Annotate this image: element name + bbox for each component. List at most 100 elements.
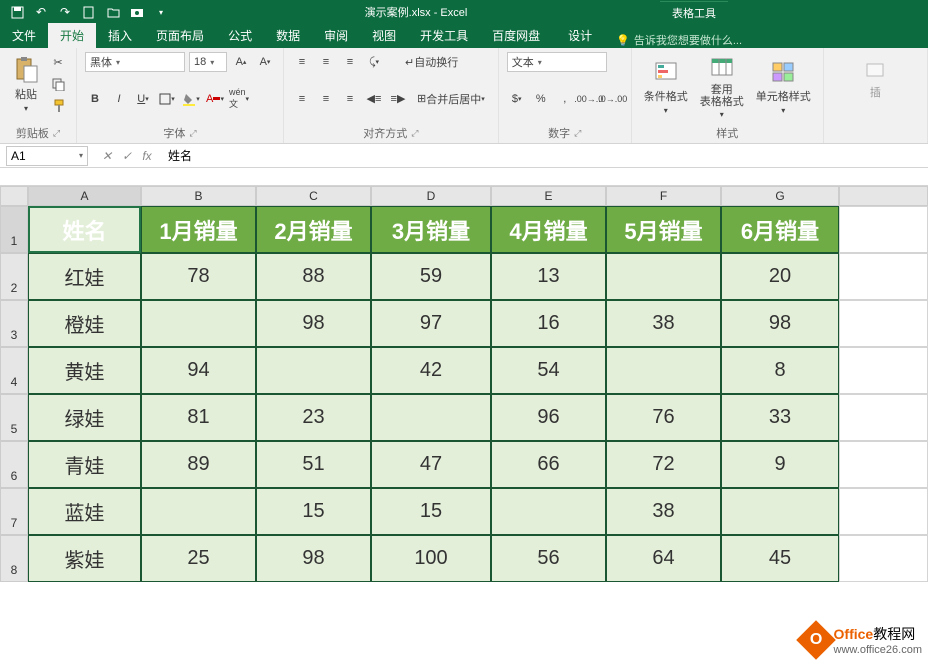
tab-file[interactable]: 文件: [0, 23, 48, 48]
row-header-6[interactable]: 6: [0, 441, 28, 488]
font-color-button[interactable]: A▾: [205, 89, 225, 109]
number-format-combo[interactable]: 文本▾: [507, 52, 607, 72]
data-cell[interactable]: 绿娃: [28, 394, 141, 441]
increase-indent-button[interactable]: ≡▶: [388, 89, 408, 109]
data-cell[interactable]: 51: [256, 441, 371, 488]
font-dialog-launcher[interactable]: ⤢: [189, 128, 196, 139]
row-header-1[interactable]: 1: [0, 206, 28, 253]
redo-icon[interactable]: ↷: [54, 2, 76, 22]
data-cell[interactable]: 红娃: [28, 253, 141, 300]
header-cell[interactable]: 2月销量: [256, 206, 371, 253]
data-cell[interactable]: 81: [141, 394, 256, 441]
wrap-text-button[interactable]: ↵自动换行: [400, 52, 463, 72]
data-cell[interactable]: 橙娃: [28, 300, 141, 347]
empty-cell[interactable]: [839, 488, 928, 535]
align-top-button[interactable]: ≡: [292, 52, 312, 72]
row-header-7[interactable]: 7: [0, 488, 28, 535]
col-header-empty[interactable]: [839, 186, 928, 206]
header-cell[interactable]: 6月销量: [721, 206, 839, 253]
data-cell[interactable]: 蓝娃: [28, 488, 141, 535]
tab-review[interactable]: 审阅: [312, 23, 360, 48]
underline-button[interactable]: U▾: [133, 89, 153, 109]
header-cell[interactable]: 4月销量: [491, 206, 606, 253]
col-header-A[interactable]: A: [28, 186, 141, 206]
data-cell[interactable]: 98: [256, 535, 371, 582]
data-cell[interactable]: 15: [371, 488, 491, 535]
data-cell[interactable]: 8: [721, 347, 839, 394]
tab-home[interactable]: 开始: [48, 23, 96, 48]
tab-design[interactable]: 设计: [556, 23, 604, 48]
border-button[interactable]: ▾: [157, 89, 177, 109]
undo-icon[interactable]: ↶: [30, 2, 52, 22]
empty-cell[interactable]: [839, 347, 928, 394]
tab-formula[interactable]: 公式: [216, 23, 264, 48]
tab-layout[interactable]: 页面布局: [144, 23, 216, 48]
select-all-corner[interactable]: [0, 186, 28, 206]
empty-cell[interactable]: [839, 394, 928, 441]
data-cell[interactable]: 25: [141, 535, 256, 582]
data-cell[interactable]: 33: [721, 394, 839, 441]
header-cell[interactable]: 1月销量: [141, 206, 256, 253]
data-cell[interactable]: 45: [721, 535, 839, 582]
comma-format-button[interactable]: ,: [555, 89, 575, 109]
tell-me[interactable]: 💡告诉我您想要做什么...: [616, 32, 742, 48]
header-cell[interactable]: 姓名: [28, 206, 141, 253]
data-cell[interactable]: 38: [606, 300, 721, 347]
align-bottom-button[interactable]: ≡: [340, 52, 360, 72]
orientation-button[interactable]: ⤹▾: [364, 52, 384, 72]
col-header-D[interactable]: D: [371, 186, 491, 206]
tab-insert[interactable]: 插入: [96, 23, 144, 48]
data-cell[interactable]: 100: [371, 535, 491, 582]
italic-button[interactable]: I: [109, 89, 129, 109]
data-cell[interactable]: 青娃: [28, 441, 141, 488]
data-cell[interactable]: [491, 488, 606, 535]
data-cell[interactable]: 47: [371, 441, 491, 488]
decrease-indent-button[interactable]: ◀≡: [364, 89, 384, 109]
conditional-format-button[interactable]: 条件格式▾: [640, 56, 692, 117]
data-cell[interactable]: 76: [606, 394, 721, 441]
empty-cell[interactable]: [839, 535, 928, 582]
data-cell[interactable]: 64: [606, 535, 721, 582]
data-cell[interactable]: [141, 300, 256, 347]
align-middle-button[interactable]: ≡: [316, 52, 336, 72]
phonetic-button[interactable]: wén文▾: [229, 89, 249, 109]
data-cell[interactable]: 42: [371, 347, 491, 394]
copy-button[interactable]: [48, 74, 68, 94]
header-cell[interactable]: 3月销量: [371, 206, 491, 253]
row-header-5[interactable]: 5: [0, 394, 28, 441]
tab-baidu[interactable]: 百度网盘: [480, 23, 552, 48]
row-header-8[interactable]: 8: [0, 535, 28, 582]
font-name-combo[interactable]: 黑体▾: [85, 52, 185, 72]
data-cell[interactable]: [371, 394, 491, 441]
data-cell[interactable]: 88: [256, 253, 371, 300]
bold-button[interactable]: B: [85, 89, 105, 109]
data-cell[interactable]: 16: [491, 300, 606, 347]
clipboard-dialog-launcher[interactable]: ⤢: [53, 128, 60, 139]
increase-font-button[interactable]: A▴: [231, 52, 251, 72]
tab-data[interactable]: 数据: [264, 23, 312, 48]
data-cell[interactable]: 89: [141, 441, 256, 488]
paste-button[interactable]: 粘贴 ▾: [8, 54, 44, 115]
cancel-formula-button[interactable]: ✕: [98, 149, 116, 163]
data-cell[interactable]: 黄娃: [28, 347, 141, 394]
merge-center-button[interactable]: ⊞合并后居中▾: [412, 89, 490, 109]
fx-button[interactable]: fx: [138, 149, 156, 163]
data-cell[interactable]: [256, 347, 371, 394]
col-header-F[interactable]: F: [606, 186, 721, 206]
save-icon[interactable]: [6, 2, 28, 22]
number-dialog-launcher[interactable]: ⤢: [574, 128, 581, 139]
decrease-decimal-button[interactable]: .0→.00: [603, 89, 623, 109]
empty-cell[interactable]: [839, 300, 928, 347]
data-cell[interactable]: 9: [721, 441, 839, 488]
data-cell[interactable]: 紫娃: [28, 535, 141, 582]
font-size-combo[interactable]: 18▾: [189, 52, 227, 72]
data-cell[interactable]: 98: [256, 300, 371, 347]
open-icon[interactable]: [102, 2, 124, 22]
header-cell[interactable]: 5月销量: [606, 206, 721, 253]
col-header-E[interactable]: E: [491, 186, 606, 206]
empty-cell[interactable]: [839, 441, 928, 488]
percent-format-button[interactable]: %: [531, 89, 551, 109]
data-cell[interactable]: 20: [721, 253, 839, 300]
accounting-format-button[interactable]: $▾: [507, 89, 527, 109]
table-format-button[interactable]: 套用 表格格式▾: [696, 52, 748, 121]
